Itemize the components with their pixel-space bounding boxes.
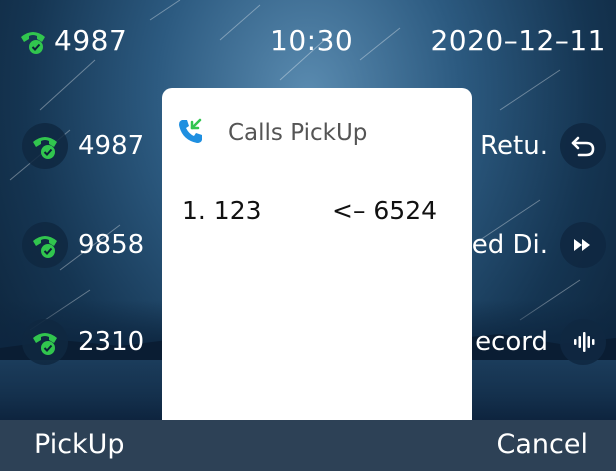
- line-key-1[interactable]: 4987: [22, 122, 144, 170]
- return-key-label: Retu.: [480, 131, 548, 161]
- voice-record-icon: [560, 319, 606, 365]
- pickup-entry[interactable]: 1. 123 <– 6524: [182, 196, 437, 225]
- cancel-softkey[interactable]: Cancel: [497, 429, 588, 460]
- line-key-label: 2310: [78, 327, 145, 357]
- line-key-label: 4987: [78, 131, 145, 161]
- calls-pickup-dialog: Calls PickUp 1. 123 <– 6524: [162, 88, 472, 428]
- record-key-label: ecord: [475, 327, 548, 357]
- pickup-softkey[interactable]: PickUp: [34, 429, 125, 460]
- return-arrow-icon: [560, 123, 606, 169]
- call-pickup-icon: [176, 116, 206, 150]
- phone-registered-icon: [22, 123, 68, 169]
- phone-registered-icon: [22, 222, 68, 268]
- account-status: 4987: [18, 24, 127, 64]
- status-bar: 4987 10:30 2020–12–11: [0, 0, 616, 72]
- fast-forward-icon: [560, 222, 606, 268]
- forward-key-label: ed Di.: [471, 230, 548, 260]
- line-key-3[interactable]: 2310: [22, 318, 144, 366]
- forward-key[interactable]: ed Di.: [472, 221, 606, 269]
- account-number: 4987: [54, 24, 128, 57]
- dialog-title: Calls PickUp: [228, 120, 368, 146]
- pickup-entry-index: 1. 123: [182, 196, 262, 225]
- phone-screen: 4987 10:30 2020–12–11 4987 9858 2310 Ret…: [0, 0, 616, 471]
- phone-registered-icon: [18, 26, 48, 64]
- pickup-entry-caller: <– 6524: [332, 196, 438, 225]
- line-key-2[interactable]: 9858: [22, 221, 144, 269]
- record-key[interactable]: ecord: [475, 318, 606, 366]
- phone-registered-icon: [22, 319, 68, 365]
- return-key[interactable]: Retu.: [480, 122, 606, 170]
- clock-date: 2020–12–11: [430, 24, 606, 57]
- softkey-bar: PickUp Cancel: [0, 420, 616, 471]
- dialog-header: Calls PickUp: [176, 116, 367, 150]
- line-key-label: 9858: [78, 230, 145, 260]
- clock-time: 10:30: [270, 24, 354, 57]
